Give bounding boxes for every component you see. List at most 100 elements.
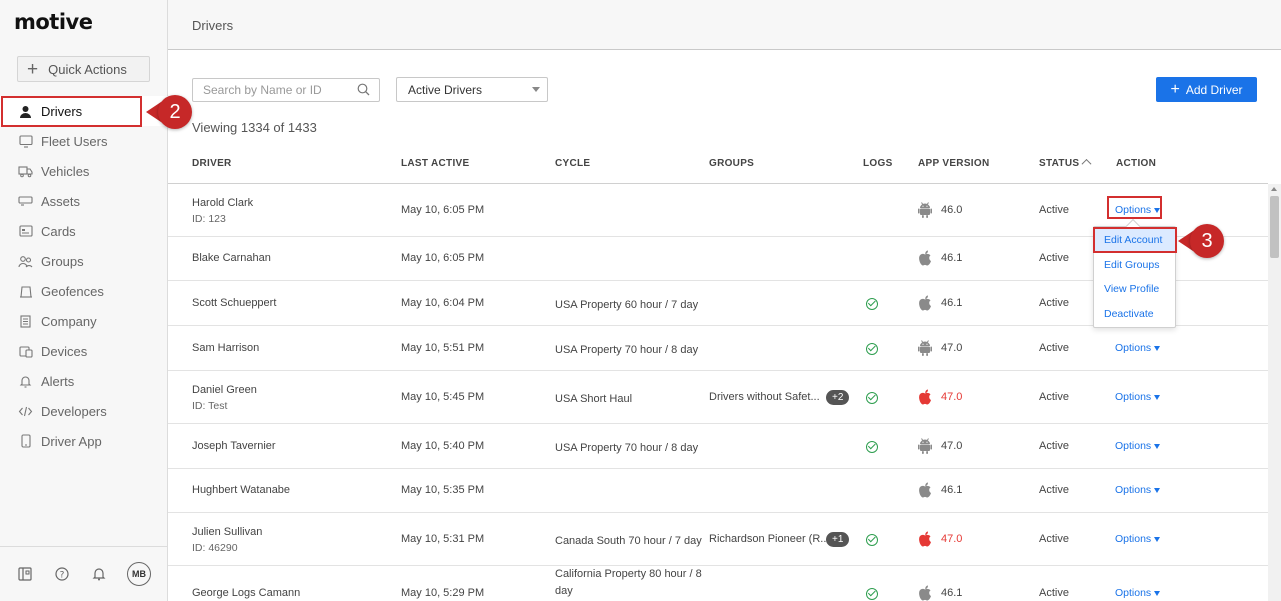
logs-ok-check-icon — [866, 440, 878, 453]
column-last-active[interactable]: LAST ACTIVE — [401, 158, 470, 169]
driver-name[interactable]: Scott Schueppert — [192, 297, 276, 309]
options-label: Options — [1115, 484, 1152, 496]
search-icon[interactable] — [357, 83, 370, 99]
quick-actions-button[interactable]: + Quick Actions — [17, 56, 150, 82]
last-active: May 10, 6:04 PM — [401, 296, 485, 309]
driver-filter-select[interactable]: Active Drivers — [396, 77, 548, 102]
dropdown-item-edit-groups[interactable]: Edit Groups — [1094, 254, 1175, 276]
apple-icon — [918, 389, 932, 405]
sidebar-item-vehicles[interactable]: Vehicles — [0, 156, 168, 186]
last-active: May 10, 6:05 PM — [401, 203, 485, 216]
add-driver-button[interactable]: + Add Driver — [1156, 77, 1257, 102]
library-icon[interactable] — [16, 565, 34, 583]
column-action: ACTION — [1116, 158, 1157, 169]
table-scrollbar[interactable] — [1268, 184, 1281, 601]
notifications-bell-icon[interactable] — [90, 565, 108, 583]
scrollbar-thumb[interactable] — [1270, 196, 1279, 258]
user-avatar[interactable]: MB — [127, 562, 151, 586]
step-callout-2: 2 — [146, 95, 192, 129]
callout-number: 3 — [1190, 224, 1224, 258]
android-icon — [918, 339, 932, 356]
status-text: Active — [1039, 341, 1069, 354]
options-button[interactable]: Options — [1115, 587, 1161, 599]
last-active: May 10, 5:45 PM — [401, 390, 485, 403]
driver-name[interactable]: George Logs Camann — [192, 587, 300, 599]
sidebar-item-drivers[interactable]: Drivers — [0, 96, 168, 127]
table-row[interactable]: Hughbert Watanabe May 10, 5:35 PM 46.1 Acti… — [168, 469, 1268, 513]
scroll-up-arrow-icon[interactable] — [1271, 187, 1277, 191]
callout-number: 2 — [158, 95, 192, 129]
caret-down-icon — [1154, 345, 1161, 351]
driver-name[interactable]: Harold Clark — [192, 197, 253, 209]
sidebar-item-alerts[interactable]: Alerts — [0, 366, 168, 396]
page-header: Drivers — [168, 0, 1281, 50]
sidebar-item-fleet-users[interactable]: Fleet Users — [0, 126, 168, 156]
options-button[interactable]: Options — [1115, 342, 1161, 354]
android-icon — [918, 437, 932, 454]
driver-name[interactable]: Sam Harrison — [192, 342, 259, 354]
sidebar-item-geofences[interactable]: Geofences — [0, 276, 168, 306]
column-cycle[interactable]: CYCLE — [555, 158, 590, 169]
edit-account-highlight-box — [1093, 227, 1177, 253]
table-row[interactable]: Joseph Tavernier May 10, 5:40 PM USA Prope… — [168, 424, 1268, 469]
options-button[interactable]: Options — [1115, 533, 1161, 545]
table-row[interactable]: George Logs Camann May 10, 5:29 PM Califor… — [168, 566, 1268, 601]
driver-name[interactable]: Julien Sullivan — [192, 526, 262, 538]
table-row[interactable]: Daniel Green ID: Test May 10, 5:45 PM USA S… — [168, 371, 1268, 424]
cycle: California Property 80 hour / 8 day — [555, 568, 702, 597]
truck-icon — [18, 164, 33, 179]
column-logs[interactable]: LOGS — [863, 158, 893, 169]
driver-name[interactable]: Daniel Green — [192, 384, 257, 396]
viewing-count: Viewing 1334 of 1433 — [192, 120, 317, 135]
driver-name[interactable]: Blake Carnahan — [192, 252, 271, 264]
sidebar-item-label: Company — [41, 313, 97, 329]
sidebar-item-company[interactable]: Company — [0, 306, 168, 336]
card-icon — [18, 224, 33, 239]
column-app-version[interactable]: APP VERSION — [918, 158, 989, 169]
geofence-icon — [18, 284, 33, 299]
dropdown-item-deactivate[interactable]: Deactivate — [1094, 303, 1175, 325]
motive-logo[interactable]: motive — [14, 10, 93, 34]
status-text: Active — [1039, 296, 1069, 309]
sort-ascending-icon — [1081, 158, 1092, 169]
dropdown-item-view-profile[interactable]: View Profile — [1094, 278, 1175, 300]
caret-down-icon — [1154, 394, 1161, 400]
options-highlight-box — [1107, 196, 1162, 219]
help-icon[interactable]: ? — [53, 565, 71, 583]
last-active: May 10, 5:40 PM — [401, 439, 485, 452]
column-driver[interactable]: DRIVER — [192, 158, 232, 169]
sidebar-item-label: Alerts — [41, 373, 75, 389]
groups-more-badge[interactable]: +1 — [826, 531, 850, 547]
sidebar-item-devices[interactable]: Devices — [0, 336, 168, 366]
column-status[interactable]: STATUS — [1039, 158, 1092, 169]
sidebar-item-cards[interactable]: Cards — [0, 216, 168, 246]
status-text: Active — [1039, 439, 1069, 452]
options-label: Options — [1115, 390, 1152, 403]
sidebar-footer: ? MB — [0, 546, 168, 601]
table-row[interactable]: Sam Harrison May 10, 5:51 PM USA Property … — [168, 326, 1268, 371]
android-icon — [918, 201, 932, 218]
options-button[interactable]: Options — [1115, 390, 1161, 403]
table-header: DRIVER LAST ACTIVE CYCLE GROUPS LOGS APP… — [168, 145, 1268, 184]
status-text: Active — [1039, 586, 1069, 599]
driver-name[interactable]: Hughbert Watanabe — [192, 484, 290, 496]
logs-ok-check-icon — [866, 533, 878, 546]
options-button[interactable]: Options — [1115, 440, 1161, 452]
phone-icon — [18, 434, 33, 449]
table-row[interactable]: Julien Sullivan ID: 46290 May 10, 5:31 PM C… — [168, 513, 1268, 566]
apple-icon — [918, 585, 932, 601]
svg-text:?: ? — [60, 571, 65, 581]
step-callout-3: 3 — [1178, 224, 1224, 258]
driver-name[interactable]: Joseph Tavernier — [192, 440, 276, 452]
options-button[interactable]: Options — [1115, 484, 1161, 496]
search-input[interactable]: Search by Name or ID — [192, 78, 380, 102]
plus-icon: + — [27, 58, 39, 80]
sidebar-item-groups[interactable]: Groups — [0, 246, 168, 276]
groups-more-badge[interactable]: +2 — [826, 389, 850, 405]
sidebar-item-driver-app[interactable]: Driver App — [0, 426, 168, 456]
last-active: May 10, 5:51 PM — [401, 341, 485, 354]
sidebar-item-developers[interactable]: Developers — [0, 396, 168, 426]
sidebar-item-label: Developers — [41, 403, 107, 419]
column-groups[interactable]: GROUPS — [709, 158, 754, 169]
sidebar-item-assets[interactable]: Assets — [0, 186, 168, 216]
